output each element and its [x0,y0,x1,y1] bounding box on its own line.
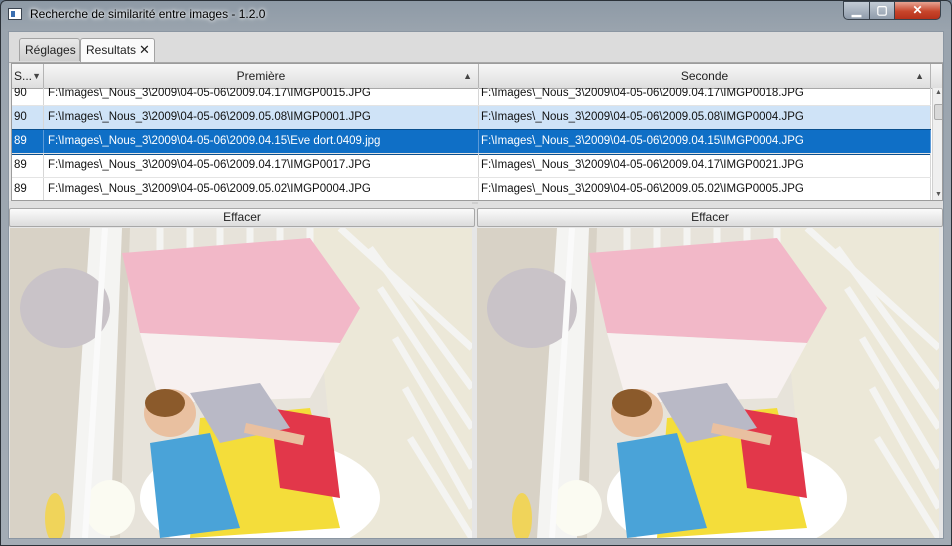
column-header-seconde[interactable]: Seconde ▲ [479,64,931,88]
app-window-icon [8,8,22,20]
second-image-preview [477,228,939,538]
app-window: Recherche de similarité entre images - 1… [0,0,952,546]
results-table: S... ▼ Première ▲ Seconde ▲ 90 F:\Images\_N… [11,63,943,201]
table-header: S... ▼ Première ▲ Seconde ▲ [12,64,942,89]
score-cell: 89 [12,130,44,153]
table-row[interactable]: 89 F:\Images\_Nous_3\2009\04-05-06\2009.… [12,178,931,200]
tab-bar: Réglages Resultats ✕ [9,32,943,63]
second-image-cell: F:\Images\_Nous_3\2009\04-05-06\2009.05.… [479,178,931,200]
second-image-cell: F:\Images\_Nous_3\2009\04-05-06\2009.04.… [479,154,931,177]
score-cell: 89 [12,178,44,200]
minimize-button[interactable]: ▁ [843,1,870,20]
clear-second-image-button[interactable]: Effacer [477,208,943,227]
close-window-button[interactable]: ✕ [894,1,941,20]
tab-resultats[interactable]: Resultats ✕ [80,38,155,62]
first-image-cell: F:\Images\_Nous_3\2009\04-05-06\2009.05.… [44,178,479,200]
first-image-cell: F:\Images\_Nous_3\2009\04-05-06\2009.04.… [44,154,479,177]
scroll-down-icon[interactable]: ▼ [934,190,942,200]
title-bar[interactable]: Recherche de similarité entre images - 1… [1,1,951,29]
score-cell: 89 [12,154,44,177]
second-image-cell: F:\Images\_Nous_3\2009\04-05-06\2009.04.… [479,130,931,153]
clear-first-image-button[interactable]: Effacer [9,208,475,227]
column-score-label: S... [14,69,33,83]
table-row[interactable]: 89 F:\Images\_Nous_3\2009\04-05-06\2009.… [12,154,931,178]
column-seconde-label: Seconde [680,69,729,83]
first-image-cell: F:\Images\_Nous_3\2009\04-05-06\2009.05.… [44,106,479,129]
table-row-selected[interactable]: 89 F:\Images\_Nous_3\2009\04-05-06\2009.… [12,129,931,155]
sort-asc-icon: ▲ [915,71,924,81]
tab-resultats-label: Resultats [86,43,137,57]
window-title: Recherche de similarité entre images - 1… [30,7,266,21]
second-image-cell: F:\Images\_Nous_3\2009\04-05-06\2009.05.… [479,106,931,129]
split-divider[interactable]: ⋯ [9,201,943,208]
grip-icon: ⋯ [472,201,478,207]
tab-close-icon[interactable]: ✕ [139,42,150,57]
scroll-thumb[interactable] [934,104,942,120]
sort-desc-icon: ▼ [32,71,41,81]
score-cell: 90 [12,106,44,129]
maximize-button[interactable]: ▢ [869,1,895,20]
first-image-cell: F:\Images\_Nous_3\2009\04-05-06\2009.04.… [44,130,479,153]
column-header-score[interactable]: S... ▼ [12,64,44,88]
column-header-premiere[interactable]: Première ▲ [44,64,479,88]
tab-reglages[interactable]: Réglages [19,38,80,61]
tab-reglages-label: Réglages [25,43,76,57]
table-scrollbar[interactable]: ▲ ▼ [932,88,942,200]
column-premiere-label: Première [236,69,286,83]
second-image-cell: F:\Images\_Nous_3\2009\04-05-06\2009.04.… [479,88,931,105]
client-area: Réglages Resultats ✕ S... ▼ Première ▲ Seco… [8,31,944,539]
scroll-up-icon[interactable]: ▲ [934,88,942,98]
table-row[interactable]: 90 F:\Images\_Nous_3\2009\04-05-06\2009.… [12,106,931,130]
first-image-preview [10,228,472,538]
table-row[interactable]: 90 F:\Images\_Nous_3\2009\04-05-06\2009.… [12,88,931,106]
sort-asc-icon: ▲ [463,71,472,81]
table-body: 90 F:\Images\_Nous_3\2009\04-05-06\2009.… [12,88,931,200]
first-image-cell: F:\Images\_Nous_3\2009\04-05-06\2009.04.… [44,88,479,105]
score-cell: 90 [12,88,44,105]
